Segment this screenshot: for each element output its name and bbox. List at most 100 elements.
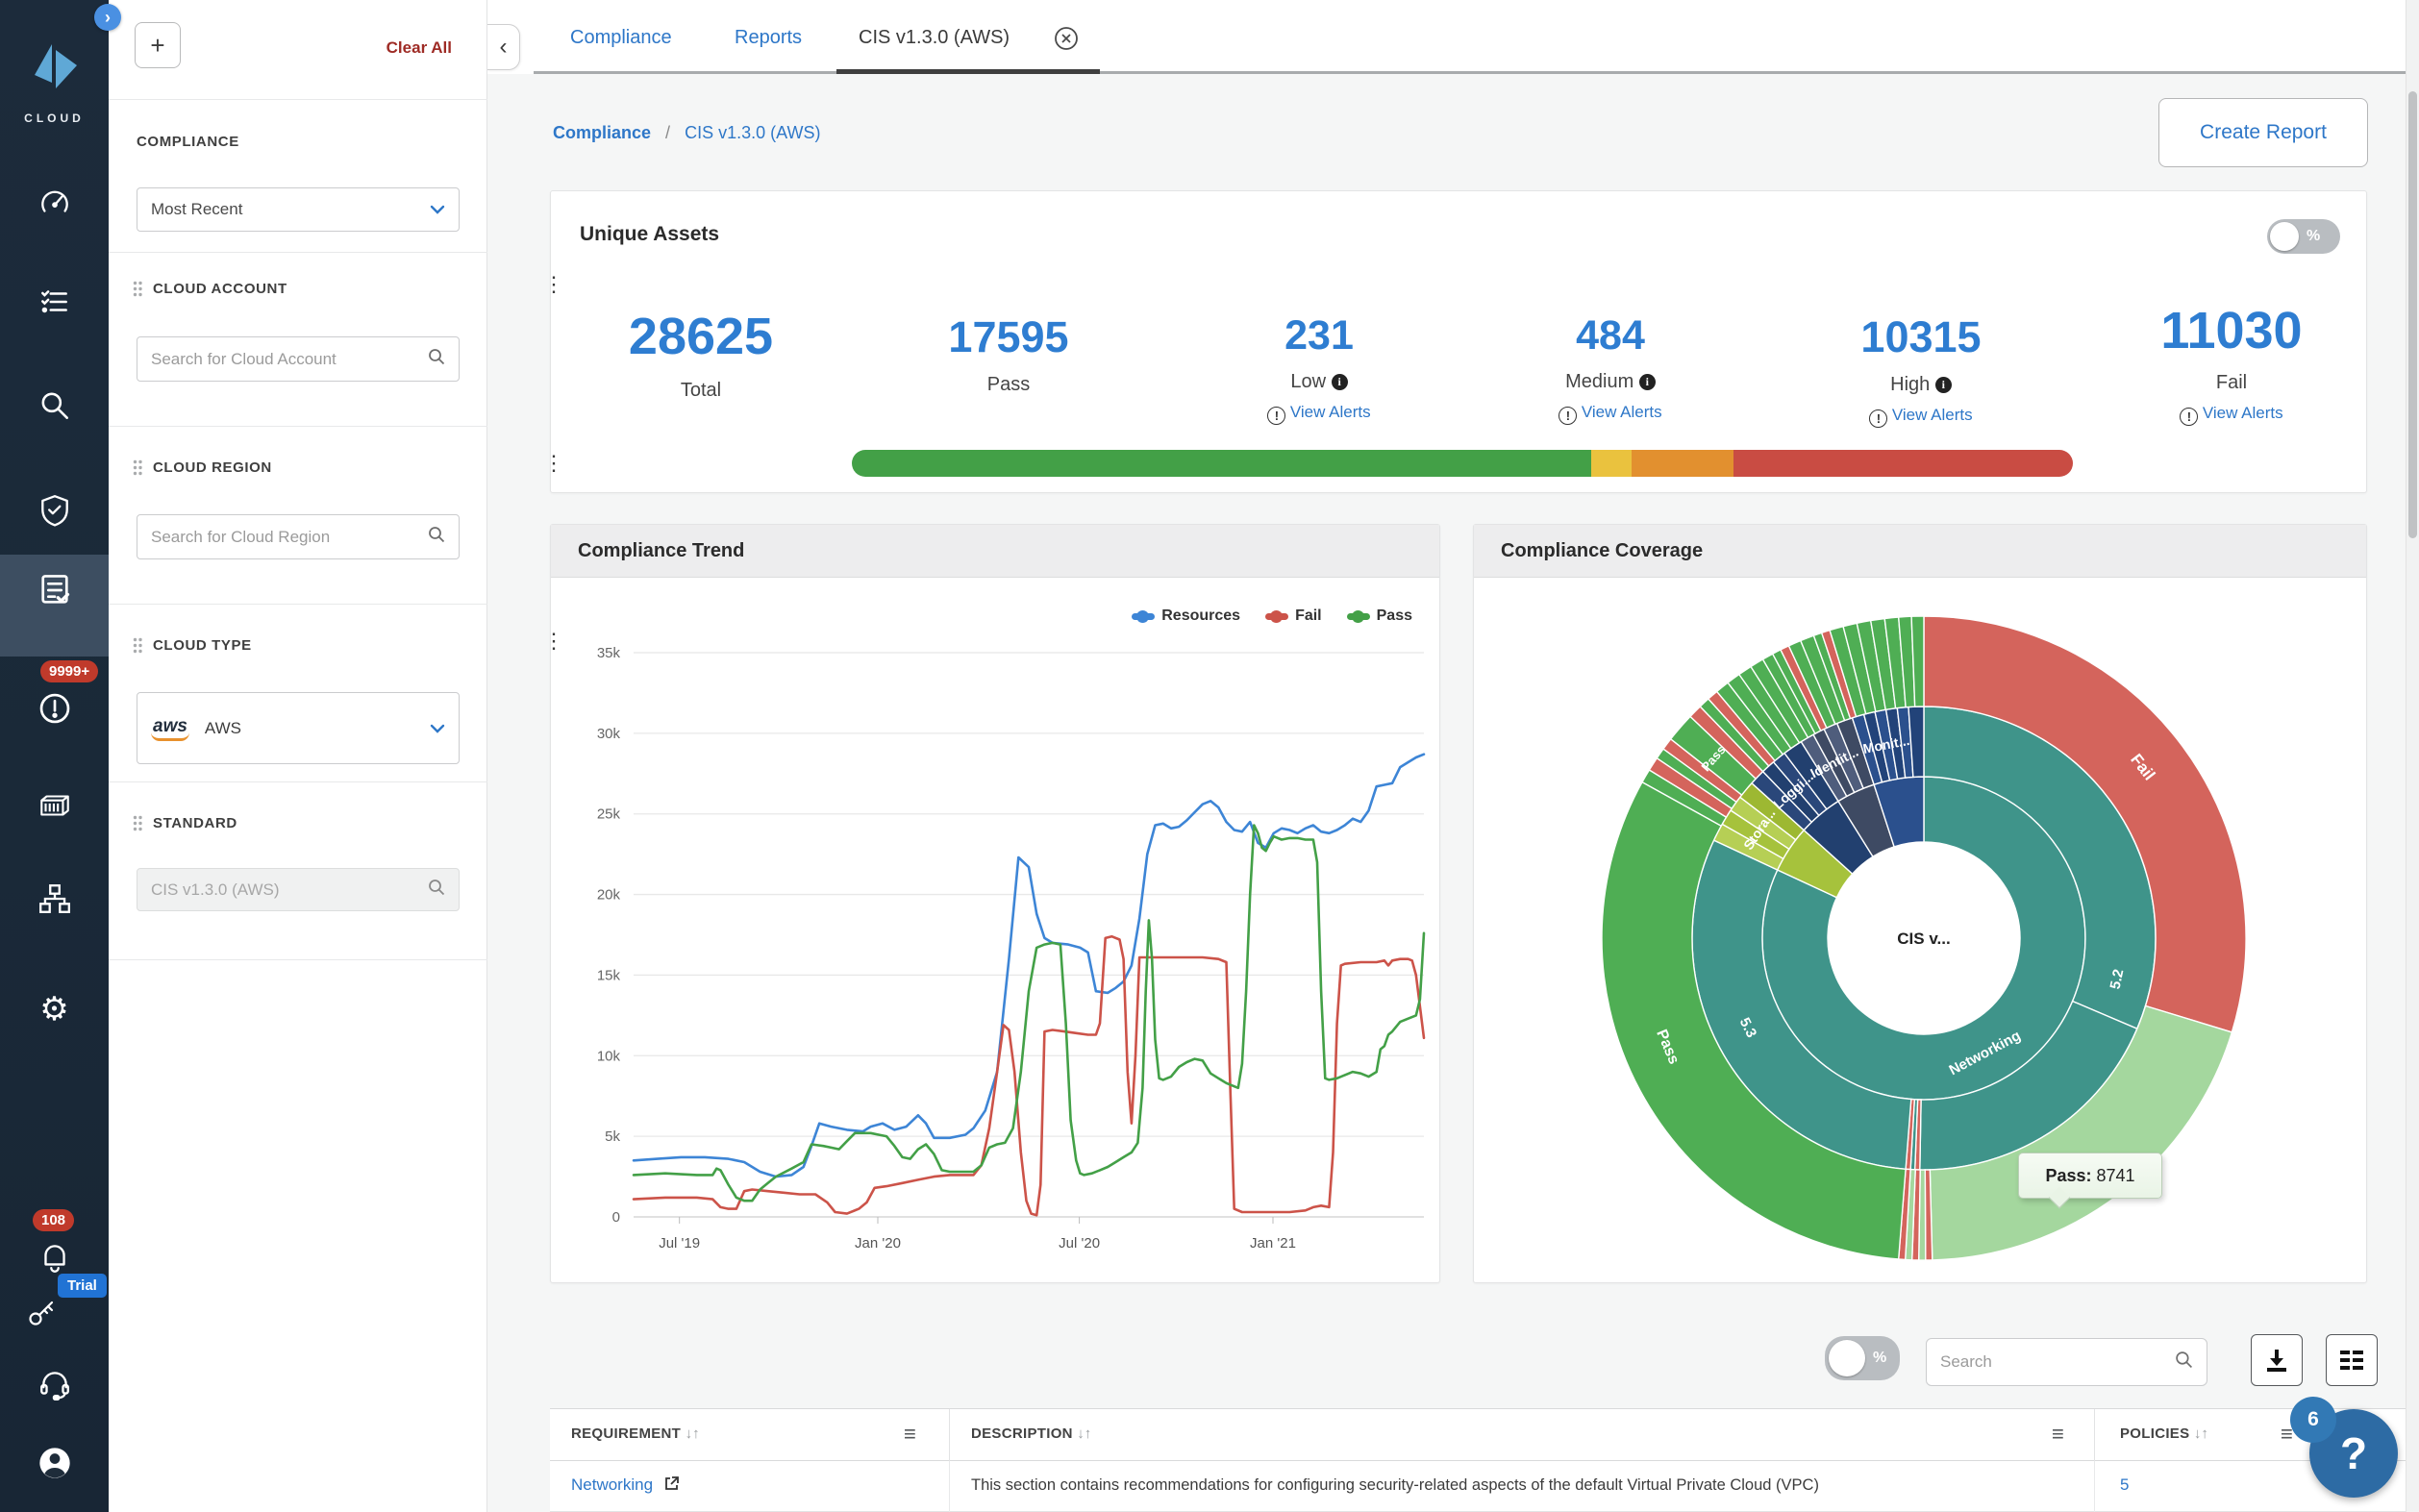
sidebar-item-search[interactable] [0, 377, 109, 438]
sitemap-icon [37, 881, 72, 921]
column-header-description[interactable]: DESCRIPTION ↓↑ [971, 1425, 1091, 1443]
cloud-region-placeholder: Search for Cloud Region [151, 528, 428, 547]
table-search-placeholder: Search [1940, 1352, 2175, 1372]
drag-handle-icon[interactable] [133, 281, 142, 302]
sidebar-item-containers[interactable] [0, 777, 109, 838]
cloud-account-search-input[interactable]: Search for Cloud Account [137, 336, 460, 382]
scrollbar-track[interactable] [2406, 0, 2419, 1512]
kebab-menu-icon[interactable]: ⋮ [543, 277, 564, 292]
collapse-panel-button[interactable]: ‹ [487, 24, 520, 70]
stat-total-value: 28625 [552, 307, 850, 366]
alert-circle-icon: ! [1559, 407, 1577, 425]
gauge-icon [37, 186, 72, 225]
legend-item-pass[interactable]: Pass [1347, 607, 1412, 625]
alerts-count-badge: 9999+ [40, 660, 98, 682]
trend-chart[interactable]: 35k30k25k20k15k10k5k0Jul '19Jan '20Jul '… [551, 578, 1441, 1284]
view-alerts-low[interactable]: ! View Alerts [1170, 403, 1468, 425]
sidebar-item-profile[interactable] [0, 1434, 109, 1496]
kebab-menu-icon[interactable]: ⋮ [543, 456, 564, 471]
drag-handle-icon[interactable] [133, 815, 142, 836]
column-menu-icon[interactable]: ≡ [2052, 1422, 2064, 1447]
sort-icon[interactable]: ↓↑ [686, 1425, 700, 1442]
stat-fail-label: Fail [2082, 372, 2381, 394]
svg-text:35k: 35k [597, 645, 621, 661]
stat-pass-label: Pass [860, 374, 1158, 396]
view-alerts-high[interactable]: ! View Alerts [1772, 406, 2070, 428]
cloud-region-search-input[interactable]: Search for Cloud Region [137, 514, 460, 559]
info-icon[interactable]: i [1332, 374, 1348, 390]
sidebar-item-settings[interactable]: ⚙ [0, 979, 109, 1040]
stat-high-value: 10315 [1772, 312, 2070, 362]
sort-icon[interactable]: ↓↑ [1077, 1425, 1091, 1442]
standard-placeholder: CIS v1.3.0 (AWS) [151, 880, 428, 900]
column-header-requirement[interactable]: REQUIREMENT ↓↑ [571, 1425, 700, 1443]
sidebar-expand-icon[interactable]: › [94, 4, 121, 31]
tab-compliance[interactable]: Compliance [570, 27, 672, 49]
column-menu-icon[interactable]: ≡ [904, 1422, 916, 1447]
sidebar-item-alerts[interactable] [0, 680, 109, 741]
requirement-link[interactable]: Networking [571, 1475, 680, 1497]
svg-text:Jul '20: Jul '20 [1059, 1235, 1100, 1252]
view-alerts-fail[interactable]: ! View Alerts [2082, 404, 2381, 426]
sidebar-item-support[interactable] [0, 1355, 109, 1417]
tab-cis-aws-active[interactable]: CIS v1.3.0 (AWS) [859, 27, 1010, 49]
filter-section-label-cloud-type: CLOUD TYPE [153, 637, 252, 654]
create-report-button[interactable]: Create Report [2158, 98, 2368, 167]
info-icon[interactable]: i [1639, 374, 1656, 390]
assets-percent-toggle[interactable]: % [2267, 219, 2340, 254]
trial-badge: Trial [58, 1274, 107, 1298]
table-percent-toggle[interactable]: % [1825, 1336, 1900, 1380]
view-alerts-medium[interactable]: ! View Alerts [1461, 403, 1759, 425]
svg-text:15k: 15k [597, 967, 621, 983]
tab-bar-divider [534, 71, 2419, 74]
scrollbar-thumb[interactable] [2408, 91, 2417, 538]
percent-label: % [1873, 1350, 1886, 1367]
kebab-menu-icon[interactable]: ⋮ [543, 633, 564, 649]
standard-search-input[interactable]: CIS v1.3.0 (AWS) [137, 868, 460, 911]
legend-item-resources[interactable]: Resources [1132, 607, 1240, 625]
close-tab-icon[interactable] [1054, 26, 1079, 56]
search-icon [428, 348, 445, 370]
column-header-policies[interactable]: POLICIES ↓↑ [2120, 1425, 2208, 1443]
sidebar-item-policies[interactable] [0, 273, 109, 335]
add-filter-button[interactable]: + [135, 22, 181, 68]
progress-segment [1733, 450, 2073, 477]
table-row: Networking This section contains recomme… [550, 1461, 2406, 1512]
svg-text:25k: 25k [597, 806, 621, 823]
svg-text:30k: 30k [597, 726, 621, 742]
sidebar-item-security[interactable] [0, 482, 109, 543]
compliance-select[interactable]: Most Recent [137, 187, 460, 232]
svg-text:10k: 10k [597, 1048, 621, 1064]
drag-handle-icon[interactable] [133, 637, 142, 658]
cloud-account-placeholder: Search for Cloud Account [151, 350, 428, 369]
progress-segment [852, 450, 1591, 477]
info-icon[interactable]: i [1935, 377, 1952, 393]
legend-item-fail[interactable]: Fail [1265, 607, 1322, 625]
filter-section-label-standard: STANDARD [153, 815, 237, 831]
table-search-input[interactable]: Search [1926, 1338, 2207, 1386]
svg-text:CIS v...: CIS v... [1897, 930, 1950, 948]
coverage-sunburst-chart[interactable]: FailPassPassPass5.25.3Stora...Loggi...Id… [1474, 578, 2368, 1284]
unique-assets-card: Unique Assets % 28625 Total 17595 Pass 2… [550, 190, 2367, 493]
stat-pass: 17595 Pass [860, 312, 1158, 396]
external-link-icon [663, 1475, 680, 1497]
policies-count-link[interactable]: 5 [2120, 1475, 2129, 1495]
app-logo-icon[interactable] [27, 38, 83, 102]
progress-segment [1632, 450, 1733, 477]
sidebar-item-dashboard[interactable] [0, 174, 109, 235]
column-settings-button[interactable] [2326, 1334, 2378, 1386]
download-button[interactable] [2251, 1334, 2303, 1386]
svg-text:Jan '21: Jan '21 [1250, 1235, 1296, 1252]
gear-icon: ⚙ [39, 990, 68, 1029]
cloud-type-select[interactable]: aws AWS [137, 692, 460, 764]
sidebar-item-compliance-active[interactable] [0, 555, 109, 657]
clear-all-button[interactable]: Clear All [387, 38, 452, 58]
sort-icon[interactable]: ↓↑ [2194, 1425, 2208, 1442]
download-icon [2263, 1347, 2290, 1374]
compliance-select-value: Most Recent [151, 200, 430, 219]
drag-handle-icon[interactable] [133, 459, 142, 481]
breadcrumb-parent-link[interactable]: Compliance [553, 123, 651, 142]
checklist-icon [37, 285, 72, 324]
tab-reports[interactable]: Reports [735, 27, 802, 49]
sidebar-item-network[interactable] [0, 870, 109, 931]
